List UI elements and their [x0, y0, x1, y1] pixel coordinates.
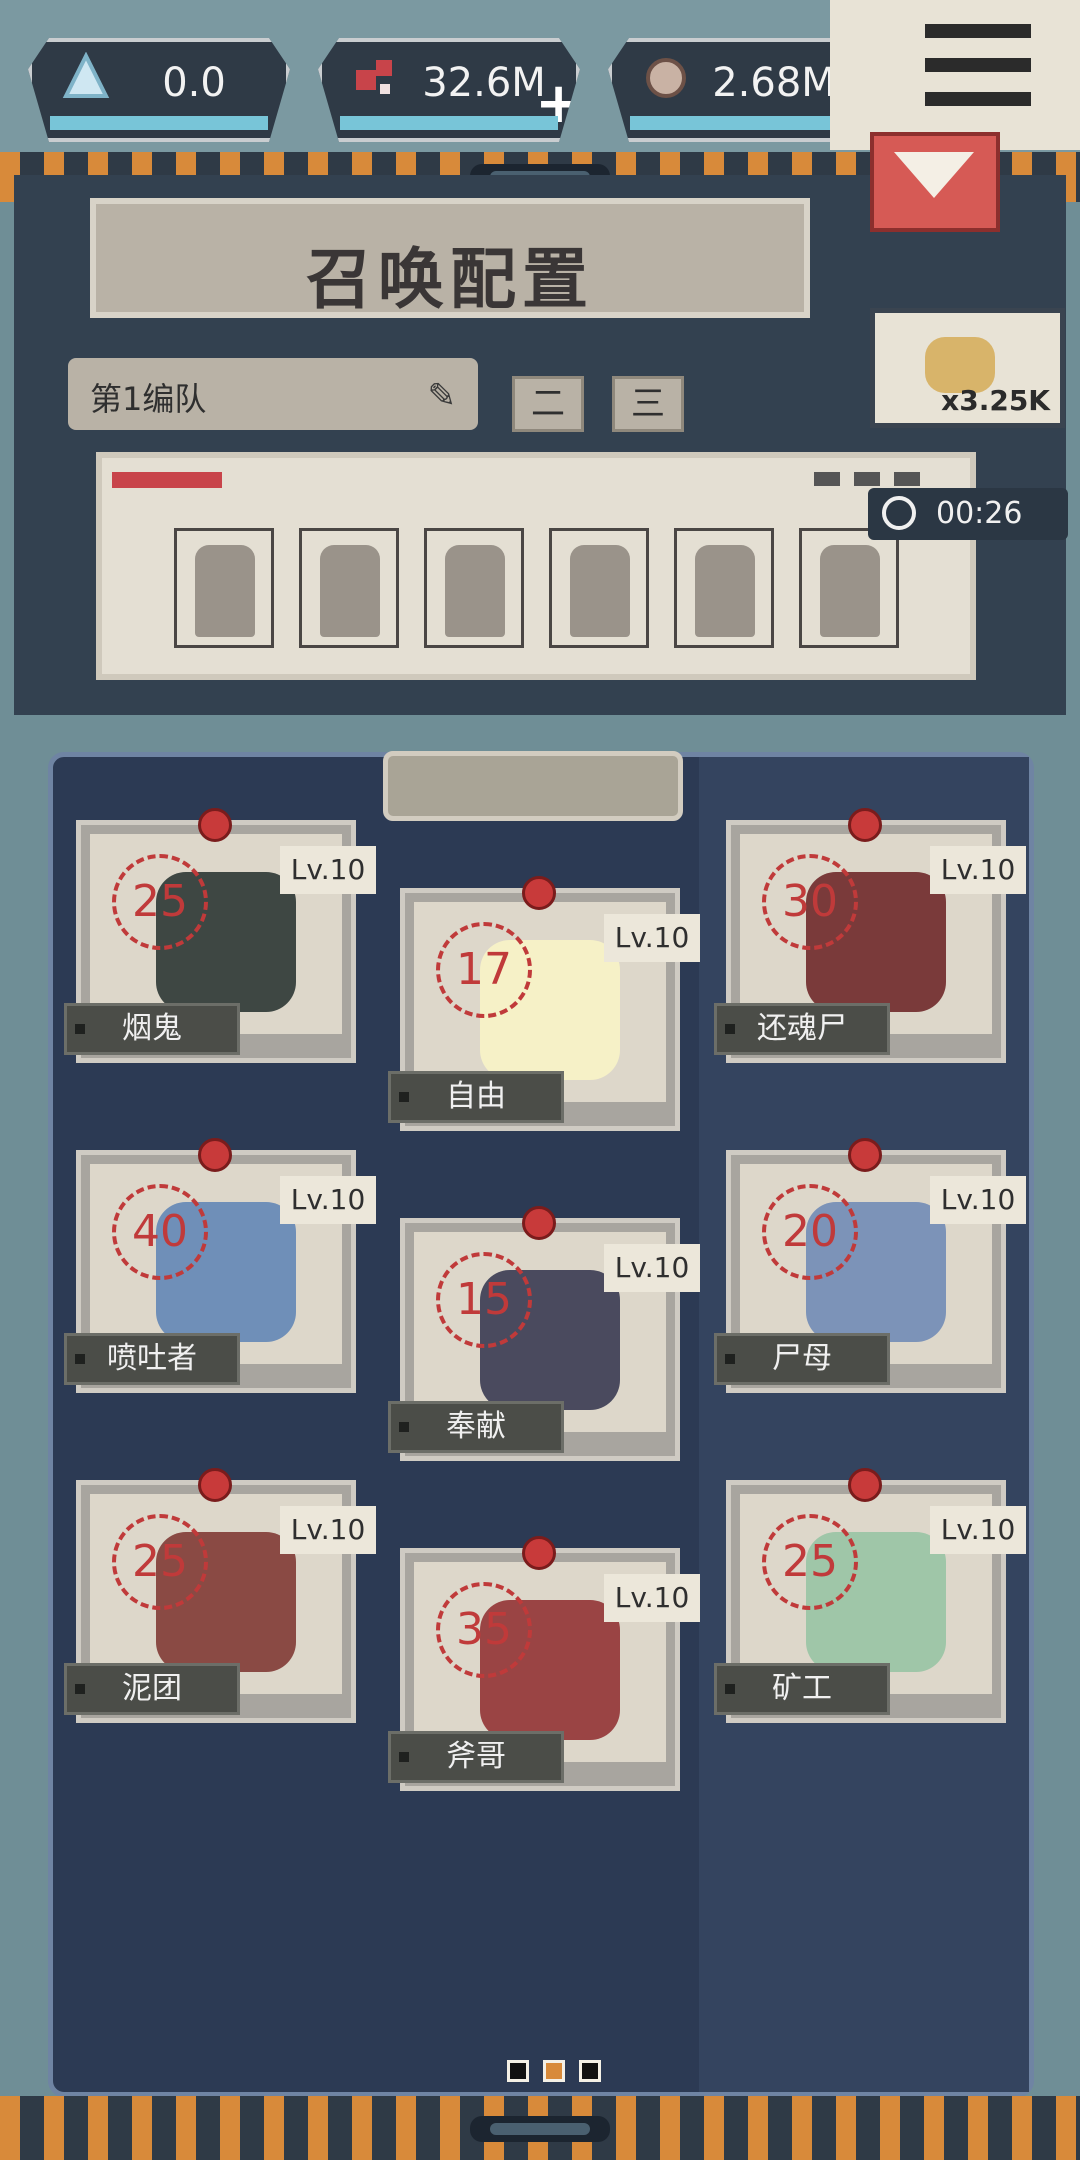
menu-icon [925, 24, 1031, 38]
pin-icon [848, 1138, 882, 1172]
page-indicator[interactable] [500, 2060, 608, 2086]
card-cost: 40 [112, 1184, 208, 1280]
pin-icon [198, 808, 232, 842]
page-dot-active[interactable] [543, 2060, 565, 2082]
team-slot[interactable] [674, 528, 774, 648]
summon-card[interactable]: 30 Lv.10 还魂尸 [714, 808, 1026, 1063]
timer: 00:26 [868, 488, 1068, 540]
team-slot[interactable] [299, 528, 399, 648]
edit-icon[interactable]: ✎ [428, 376, 457, 416]
summon-card[interactable]: 25 Lv.10 烟鬼 [64, 808, 376, 1063]
card-level: Lv.10 [604, 914, 700, 962]
team-name: 第1编队 [90, 380, 207, 418]
crystal-icon [62, 52, 110, 98]
card-level: Lv.10 [280, 846, 376, 894]
page-title: 召唤配置 [306, 241, 594, 318]
team-name-field[interactable]: 第1编队 ✎ [68, 358, 478, 430]
team-slot[interactable] [799, 528, 899, 648]
card-level: Lv.10 [604, 1244, 700, 1292]
bottom-stripe [0, 2096, 1080, 2160]
card-level: Lv.10 [930, 1176, 1026, 1224]
card-name: 自由 [388, 1071, 564, 1123]
card-cost: 25 [112, 1514, 208, 1610]
resource-crystal[interactable]: 0.0 [28, 38, 290, 142]
summon-card[interactable]: 40 Lv.10 喷吐者 [64, 1138, 376, 1393]
triangle-down-icon [894, 152, 974, 198]
summon-card[interactable]: 25 Lv.10 泥团 [64, 1468, 376, 1723]
page-dot[interactable] [579, 2060, 601, 2082]
stone-egg-icon [646, 58, 686, 98]
card-level: Lv.10 [930, 1506, 1026, 1554]
team-slot[interactable] [174, 528, 274, 648]
pin-icon [198, 1468, 232, 1502]
card-level: Lv.10 [280, 1176, 376, 1224]
card-cost: 30 [762, 854, 858, 950]
resource-flesh[interactable]: 32.6M + [318, 38, 580, 142]
resource-crystal-value: 0.0 [162, 60, 226, 106]
empty-slot-silhouette [320, 545, 380, 637]
card-name: 喷吐者 [64, 1333, 240, 1385]
card-name: 斧哥 [388, 1731, 564, 1783]
page-dot[interactable] [507, 2060, 529, 2082]
card-name: 还魂尸 [714, 1003, 890, 1055]
menu-button[interactable] [830, 0, 1080, 150]
card-cost: 15 [436, 1252, 532, 1348]
empty-slot-silhouette [570, 545, 630, 637]
empty-slot-silhouette [445, 545, 505, 637]
team-tab-3[interactable]: 三 [612, 376, 684, 432]
card-cost: 25 [112, 854, 208, 950]
pin-icon [848, 808, 882, 842]
collapse-button[interactable] [870, 132, 1000, 232]
empty-slot-silhouette [820, 545, 880, 637]
card-cost: 17 [436, 922, 532, 1018]
reward-chest[interactable]: x3.25K [870, 308, 1065, 428]
team-tab-2[interactable]: 二 [512, 376, 584, 432]
summon-card[interactable]: 20 Lv.10 尸母 [714, 1138, 1026, 1393]
pin-icon [522, 1206, 556, 1240]
card-cost: 25 [762, 1514, 858, 1610]
reward-multiplier: x3.25K [941, 384, 1050, 417]
board-handle[interactable] [383, 751, 683, 821]
team-slot[interactable] [549, 528, 649, 648]
card-name: 泥团 [64, 1663, 240, 1715]
card-name: 烟鬼 [64, 1003, 240, 1055]
card-cost: 35 [436, 1582, 532, 1678]
timer-value: 00:26 [936, 496, 1023, 531]
empty-slot-silhouette [195, 545, 255, 637]
flesh-chunk-icon [356, 60, 392, 94]
team-slot[interactable] [424, 528, 524, 648]
summon-card[interactable]: 35 Lv.10 斧哥 [388, 1536, 700, 1791]
card-cost: 20 [762, 1184, 858, 1280]
summon-card[interactable]: 17 Lv.10 自由 [388, 876, 700, 1131]
card-level: Lv.10 [604, 1574, 700, 1622]
card-name: 奉献 [388, 1401, 564, 1453]
card-level: Lv.10 [930, 846, 1026, 894]
summon-card[interactable]: 15 Lv.10 奉献 [388, 1206, 700, 1461]
blood-splatter [112, 472, 222, 488]
pin-icon [848, 1468, 882, 1502]
summon-card[interactable]: 25 Lv.10 矿工 [714, 1468, 1026, 1723]
card-level: Lv.10 [280, 1506, 376, 1554]
pin-icon [522, 876, 556, 910]
card-name: 尸母 [714, 1333, 890, 1385]
clock-icon [882, 496, 916, 530]
page-title-box: 召唤配置 [90, 198, 810, 318]
empty-slot-silhouette [695, 545, 755, 637]
pin-icon [522, 1536, 556, 1570]
card-name: 矿工 [714, 1663, 890, 1715]
pin-icon [198, 1138, 232, 1172]
team-slots [96, 452, 976, 680]
